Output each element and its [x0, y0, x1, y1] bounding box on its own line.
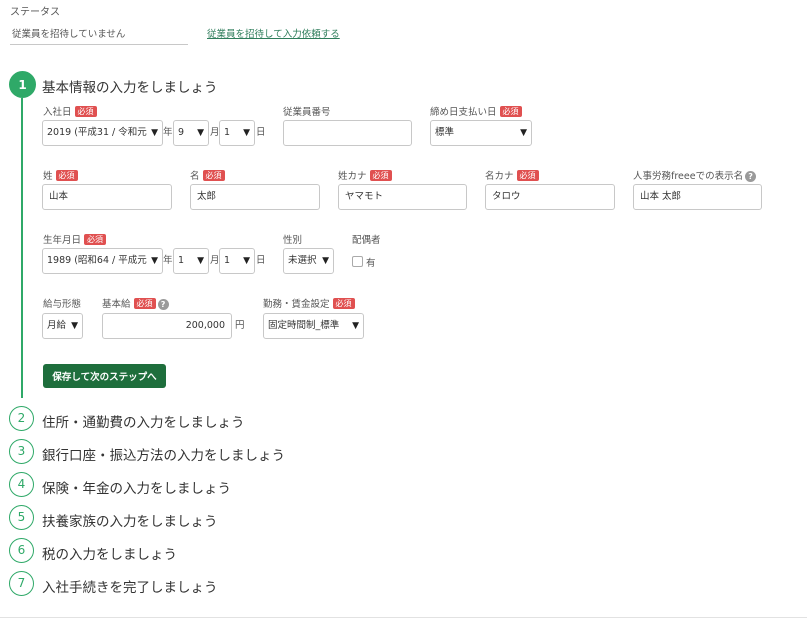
step-3-circle: 3: [9, 439, 34, 464]
step-2-title[interactable]: 住所・通勤費の入力をしましょう: [42, 411, 245, 431]
step-4-circle: 4: [9, 472, 34, 497]
spouse-checkbox[interactable]: [352, 256, 363, 267]
step-2-circle: 2: [9, 406, 34, 431]
required-badge: 必須: [84, 234, 107, 245]
spouse-checkbox-label: 有: [366, 258, 376, 269]
step-5-title[interactable]: 扶養家族の入力をしましょう: [42, 510, 218, 530]
join-date-day-unit: 日: [256, 127, 266, 138]
employee-number-input[interactable]: [283, 120, 412, 146]
required-badge: 必須: [133, 298, 156, 309]
last-name-kana-label: 姓カナ 必須: [338, 168, 392, 182]
join-date-month-select[interactable]: 9 ▼: [173, 120, 209, 146]
work-setting-select[interactable]: 固定時間制_標準 ▼: [263, 313, 364, 339]
base-salary-input[interactable]: 200,000: [102, 313, 232, 339]
closing-payday-label: 締め日支払い日 必須: [430, 104, 522, 118]
required-badge: 必須: [516, 170, 539, 181]
step-1-line: [21, 98, 23, 398]
display-name-input[interactable]: 山本 太郎: [633, 184, 762, 210]
caret-down-icon: ▼: [197, 128, 204, 138]
step-5-circle: 5: [9, 505, 34, 530]
join-date-label: 入社日 必須: [43, 104, 97, 118]
required-badge: 必須: [74, 106, 97, 117]
birth-date-day-unit: 日: [256, 255, 266, 266]
last-name-label: 姓必須: [43, 168, 78, 182]
closing-payday-select[interactable]: 標準 ▼: [430, 120, 532, 146]
pay-type-label: 給与形態: [43, 299, 82, 310]
required-badge: 必須: [499, 106, 522, 117]
first-name-input[interactable]: 太郎: [190, 184, 320, 210]
step-1-circle: 1: [9, 71, 36, 98]
status-value: 従業員を招待していません: [12, 29, 126, 40]
gender-select[interactable]: 未選択 ▼: [283, 248, 334, 274]
required-badge: 必須: [55, 170, 78, 181]
birth-date-year-unit: 年: [163, 255, 173, 266]
step-1-title[interactable]: 基本情報の入力をしましょう: [42, 76, 218, 96]
last-name-kana-input[interactable]: ヤマモト: [338, 184, 467, 210]
birth-date-day-select[interactable]: 1 ▼: [219, 248, 255, 274]
last-name-input[interactable]: 山本: [42, 184, 172, 210]
first-name-kana-input[interactable]: タロウ: [485, 184, 615, 210]
join-date-day-select[interactable]: 1 ▼: [219, 120, 255, 146]
status-underline: [10, 44, 188, 45]
step-4-title[interactable]: 保険・年金の入力をしましょう: [42, 477, 231, 497]
spouse-label: 配偶者: [352, 235, 381, 246]
step-3-title[interactable]: 銀行口座・振込方法の入力をしましょう: [42, 444, 285, 464]
base-salary-label: 基本給 必須?: [102, 296, 169, 310]
caret-down-icon: ▼: [151, 128, 158, 138]
caret-down-icon: ▼: [352, 321, 359, 331]
join-date-year-unit: 年: [163, 127, 173, 138]
caret-down-icon: ▼: [71, 321, 78, 331]
status-label: ステータス: [10, 7, 60, 18]
required-badge: 必須: [202, 170, 225, 181]
caret-down-icon: ▼: [322, 256, 329, 266]
step-6-circle: 6: [9, 538, 34, 563]
step-7-circle: 7: [9, 571, 34, 596]
caret-down-icon: ▼: [243, 256, 250, 266]
display-name-label: 人事労務freeeでの表示名?: [633, 168, 757, 182]
caret-down-icon: ▼: [243, 128, 250, 138]
birth-date-month-select[interactable]: 1 ▼: [173, 248, 209, 274]
step-7-title[interactable]: 入社手続きを完了しましょう: [42, 576, 218, 596]
invite-employee-link[interactable]: 従業員を招待して入力依頼する: [207, 26, 340, 40]
birth-date-label: 生年月日 必須: [43, 232, 107, 246]
caret-down-icon: ▼: [197, 256, 204, 266]
step-6-title[interactable]: 税の入力をしましょう: [42, 543, 177, 563]
pay-type-select[interactable]: 月給 ▼: [42, 313, 83, 339]
help-icon[interactable]: ?: [157, 299, 169, 310]
caret-down-icon: ▼: [520, 128, 527, 138]
first-name-label: 名必須: [190, 168, 225, 182]
first-name-kana-label: 名カナ 必須: [485, 168, 539, 182]
birth-date-year-select[interactable]: 1989 (昭和64 / 平成元 ▼: [42, 248, 163, 274]
employee-number-label: 従業員番号: [283, 107, 331, 118]
bottom-divider: [0, 617, 807, 618]
gender-label: 性別: [283, 235, 303, 246]
work-setting-label: 勤務・賃金設定 必須: [263, 296, 355, 310]
caret-down-icon: ▼: [151, 256, 158, 266]
base-salary-unit: 円: [235, 320, 245, 331]
required-badge: 必須: [332, 298, 355, 309]
join-date-year-select[interactable]: 2019 (平成31 / 令和元 ▼: [42, 120, 163, 146]
save-and-next-button[interactable]: 保存して次のステップへ: [43, 364, 166, 388]
help-icon[interactable]: ?: [745, 171, 757, 182]
required-badge: 必須: [369, 170, 392, 181]
